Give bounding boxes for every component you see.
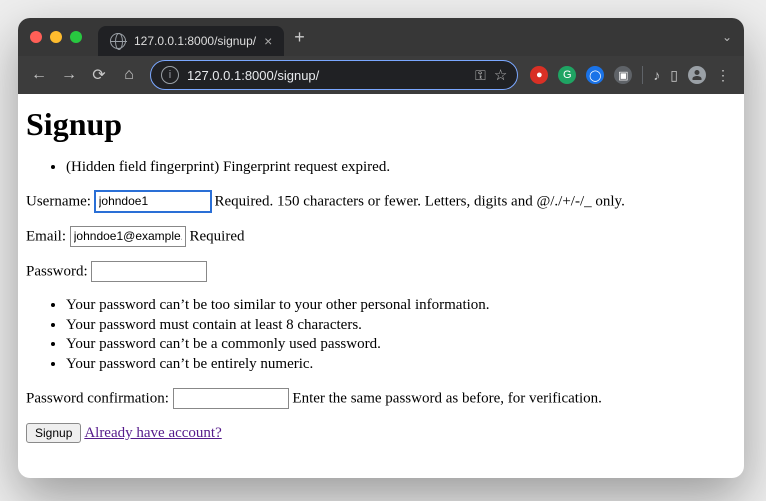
form-errors-list: (Hidden field fingerprint) Fingerprint r… <box>26 158 736 177</box>
close-window-button[interactable] <box>30 31 42 43</box>
password-key-icon[interactable]: ⚿ <box>475 67 486 84</box>
tab-title: 127.0.0.1:8000/signup/ <box>134 34 256 48</box>
minimize-window-button[interactable] <box>50 31 62 43</box>
extension-icon[interactable]: ▣ <box>614 66 632 84</box>
password2-help: Enter the same password as before, for v… <box>292 390 601 406</box>
email-help: Required <box>190 228 245 244</box>
password-rule: Your password must contain at least 8 ch… <box>66 316 736 335</box>
window-controls <box>30 31 82 43</box>
maximize-window-button[interactable] <box>70 31 82 43</box>
globe-icon <box>110 33 126 49</box>
page-title: Signup <box>26 104 736 144</box>
password-rule: Your password can’t be too similar to yo… <box>66 296 736 315</box>
page-body: Signup (Hidden field fingerprint) Finger… <box>18 104 744 443</box>
signup-button[interactable]: Signup <box>26 423 81 443</box>
browser-menu-icon[interactable]: ⋮ <box>716 67 732 84</box>
titlebar: 127.0.0.1:8000/signup/ × + ⌄ <box>18 18 744 56</box>
side-panel-icon[interactable]: ▯ <box>670 67 678 84</box>
close-tab-icon[interactable]: × <box>264 33 272 49</box>
email-row: Email: Required <box>26 226 736 247</box>
password-label: Password: <box>26 263 88 279</box>
address-bar[interactable]: i 127.0.0.1:8000/signup/ ⚿ ☆ <box>150 60 518 90</box>
password2-row: Password confirmation: Enter the same pa… <box>26 388 736 409</box>
home-button[interactable]: ⌂ <box>120 66 138 84</box>
username-help: Required. 150 characters or fewer. Lette… <box>214 193 624 209</box>
extensions: ● G ◯ ▣ ♪ ▯ ⋮ <box>530 66 732 84</box>
password-row: Password: <box>26 261 736 282</box>
username-row: Username: Required. 150 characters or fe… <box>26 191 736 212</box>
password-input[interactable] <box>91 261 207 282</box>
forward-button[interactable]: → <box>60 66 78 84</box>
toolbar: ← → ⟳ ⌂ i 127.0.0.1:8000/signup/ ⚿ ☆ ● G… <box>18 56 744 94</box>
bookmark-star-icon[interactable]: ☆ <box>494 66 507 84</box>
password2-label: Password confirmation: <box>26 390 169 406</box>
extension-icon[interactable]: G <box>558 66 576 84</box>
media-control-icon[interactable]: ♪ <box>653 67 660 83</box>
username-input[interactable] <box>95 191 211 212</box>
email-label: Email: <box>26 228 66 244</box>
profile-avatar[interactable] <box>688 66 706 84</box>
password2-input[interactable] <box>173 388 289 409</box>
extension-icon[interactable]: ◯ <box>586 66 604 84</box>
browser-window: 127.0.0.1:8000/signup/ × + ⌄ ← → ⟳ ⌂ i 1… <box>18 18 744 478</box>
back-button[interactable]: ← <box>30 66 48 84</box>
tab-dropdown-icon[interactable]: ⌄ <box>722 30 732 44</box>
form-error: (Hidden field fingerprint) Fingerprint r… <box>66 158 736 177</box>
new-tab-button[interactable]: + <box>284 27 315 48</box>
extension-icon[interactable]: ● <box>530 66 548 84</box>
password-rule: Your password can’t be a commonly used p… <box>66 335 736 354</box>
actions-row: Signup Already have account? <box>26 423 736 443</box>
browser-tab[interactable]: 127.0.0.1:8000/signup/ × <box>98 26 284 56</box>
password-rules-list: Your password can’t be too similar to yo… <box>26 296 736 374</box>
url-text: 127.0.0.1:8000/signup/ <box>187 68 467 83</box>
reload-button[interactable]: ⟳ <box>90 65 108 85</box>
login-link[interactable]: Already have account? <box>84 425 221 441</box>
email-input[interactable] <box>70 226 186 247</box>
site-info-icon[interactable]: i <box>161 66 179 84</box>
toolbar-divider <box>642 66 643 84</box>
username-label: Username: <box>26 193 91 209</box>
password-rule: Your password can’t be entirely numeric. <box>66 355 736 374</box>
